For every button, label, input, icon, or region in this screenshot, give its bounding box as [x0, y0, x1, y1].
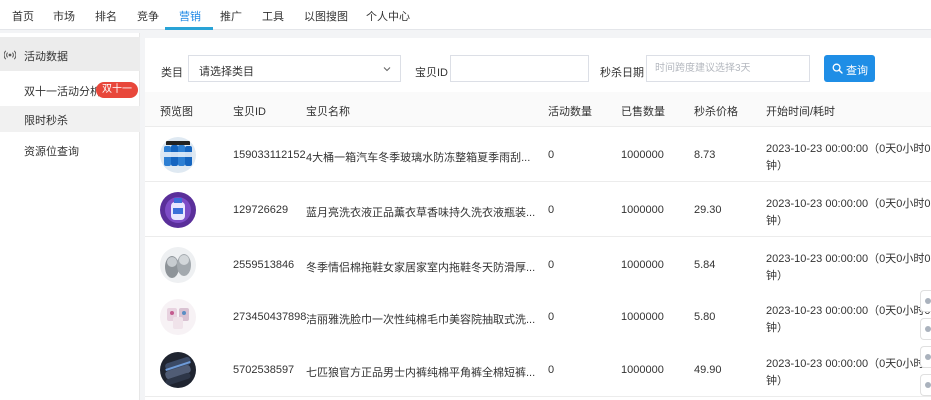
- float-tool-button[interactable]: [920, 318, 931, 340]
- nav-item-promotion[interactable]: 推广: [220, 8, 242, 24]
- col-preview: 预览图: [160, 106, 193, 118]
- sidebar-item-label: 限时秒杀: [24, 115, 68, 127]
- start-time: 2023-10-23 00:00:00（0天0小时0分: [766, 358, 931, 370]
- product-thumbnail[interactable]: [160, 247, 196, 283]
- sidebar-item-label: 双十一活动分析: [24, 86, 101, 98]
- item-name[interactable]: 七匹狼官方正品男士内裤纯棉平角裤全棉短裤...: [306, 364, 535, 380]
- col-start-time: 开始时间/耗时: [766, 106, 836, 118]
- float-tool-button[interactable]: [920, 346, 931, 368]
- chevron-down-icon: [383, 67, 391, 72]
- flash-price: 29.30: [694, 204, 722, 216]
- table-row: 129726629 蓝月亮洗衣液正品薰衣草香味持久洗衣液瓶装... 0 1000…: [145, 183, 931, 237]
- table-row: 5702538597 七匹狼官方正品男士内裤纯棉平角裤全棉短裤... 0 100…: [145, 343, 931, 397]
- col-item-name: 宝贝名称: [306, 106, 350, 118]
- category-select-value: 请选择类目: [199, 66, 254, 78]
- sold-count: 1000000: [621, 364, 664, 376]
- duration-suffix: 钟）: [766, 215, 788, 227]
- item-name[interactable]: 4大桶一箱汽车冬季玻璃水防冻整箱夏季雨刮...: [306, 149, 530, 165]
- duration-suffix: 钟）: [766, 160, 788, 172]
- sidebar-header-label: 活动数据: [24, 51, 68, 63]
- activity-count: 0: [548, 259, 555, 271]
- activity-count: 0: [548, 364, 555, 376]
- activity-count: 0: [548, 149, 555, 161]
- table-row: 159033112152 4大桶一箱汽车冬季玻璃水防冻整箱夏季雨刮... 0 1…: [145, 128, 931, 182]
- item-id: 2559513846: [233, 259, 295, 271]
- activity-count: 0: [548, 204, 555, 216]
- sidebar: 活动数据 双十一活动分析 双十一 限时秒杀 资源位查询: [0, 33, 140, 400]
- double11-badge: 双十一: [96, 82, 138, 98]
- search-icon: [832, 63, 843, 74]
- start-time: 2023-10-23 00:00:00（0天0小时0分: [766, 305, 931, 317]
- nav-item-user-center[interactable]: 个人中心: [366, 8, 410, 24]
- item-id-label: 宝贝ID: [415, 67, 448, 79]
- col-item-id: 宝贝ID: [233, 106, 266, 118]
- nav-item-tools[interactable]: 工具: [262, 8, 284, 24]
- col-sold-count: 已售数量: [621, 106, 665, 118]
- start-time: 2023-10-23 00:00:00（0天0小时0分: [766, 143, 931, 155]
- table-row: 2559513846 冬季情侣棉拖鞋女家居家室内拖鞋冬天防滑厚... 0 100…: [145, 238, 931, 292]
- floating-toolbar: [920, 290, 931, 400]
- flash-sale-date-label: 秒杀日期: [600, 67, 644, 79]
- sidebar-item-flash-sale[interactable]: 限时秒杀: [0, 106, 140, 132]
- flash-sale-date-input[interactable]: [646, 55, 810, 82]
- nav-item-competition[interactable]: 竞争: [137, 8, 159, 24]
- query-button[interactable]: 查询: [824, 55, 875, 82]
- sidebar-header[interactable]: 活动数据: [0, 37, 140, 71]
- main-content: 类目 请选择类目 宝贝ID 秒杀日期 查询 预览图 宝贝ID 宝贝名称 活动数量…: [145, 38, 931, 400]
- float-tool-button[interactable]: [920, 374, 931, 396]
- flash-price: 8.73: [694, 149, 716, 161]
- table-row: 273450437898 洁丽雅洗脸巾一次性纯棉毛巾美容院抽取式洗... 0 1…: [145, 290, 931, 344]
- flash-price: 49.90: [694, 364, 722, 376]
- product-thumbnail[interactable]: [160, 299, 196, 335]
- flash-price: 5.80: [694, 311, 716, 323]
- item-id: 129726629: [233, 204, 289, 216]
- start-time: 2023-10-23 00:00:00（0天0小时0分: [766, 253, 931, 265]
- float-tool-icon: [925, 298, 931, 304]
- category-select[interactable]: 请选择类目: [188, 55, 401, 82]
- product-thumbnail[interactable]: [160, 137, 196, 173]
- item-name[interactable]: 冬季情侣棉拖鞋女家居家室内拖鞋冬天防滑厚...: [306, 259, 535, 275]
- item-id: 5702538597: [233, 364, 295, 376]
- start-time: 2023-10-23 00:00:00（0天0小时0分: [766, 198, 931, 210]
- flash-price: 5.84: [694, 259, 716, 271]
- item-name[interactable]: 蓝月亮洗衣液正品薰衣草香味持久洗衣液瓶装...: [306, 204, 535, 220]
- sidebar-item-double11-analysis[interactable]: 双十一活动分析 双十一: [0, 77, 140, 103]
- item-id: 273450437898: [233, 311, 307, 323]
- sold-count: 1000000: [621, 259, 664, 271]
- product-thumbnail[interactable]: [160, 192, 196, 228]
- sold-count: 1000000: [621, 149, 664, 161]
- duration-suffix: 钟）: [766, 322, 788, 334]
- nav-item-home[interactable]: 首页: [12, 8, 34, 24]
- sold-count: 1000000: [621, 311, 664, 323]
- nav-item-marketing[interactable]: 营销: [179, 8, 201, 24]
- duration-suffix: 钟）: [766, 270, 788, 282]
- float-tool-button[interactable]: [920, 290, 931, 312]
- sold-count: 1000000: [621, 204, 664, 216]
- col-activity-count: 活动数量: [548, 106, 592, 118]
- broadcast-icon: [4, 50, 16, 60]
- nav-item-market[interactable]: 市场: [53, 8, 75, 24]
- active-tab-indicator: [165, 27, 213, 30]
- nav-item-image-search[interactable]: 以图搜图: [304, 8, 348, 24]
- nav-item-ranking[interactable]: 排名: [95, 8, 117, 24]
- query-button-label: 查询: [846, 65, 868, 77]
- col-flash-price: 秒杀价格: [694, 106, 738, 118]
- table-header: 预览图 宝贝ID 宝贝名称 活动数量 已售数量 秒杀价格 开始时间/耗时: [145, 92, 931, 127]
- item-id-input[interactable]: [450, 55, 589, 82]
- top-nav: 首页 市场 排名 竞争 营销 推广 工具 以图搜图 个人中心: [0, 0, 931, 30]
- sidebar-item-resource-slot[interactable]: 资源位查询: [0, 137, 140, 163]
- duration-suffix: 钟）: [766, 375, 788, 387]
- item-name[interactable]: 洁丽雅洗脸巾一次性纯棉毛巾美容院抽取式洗...: [306, 311, 535, 327]
- product-thumbnail[interactable]: [160, 352, 196, 388]
- float-tool-icon: [925, 354, 931, 360]
- float-tool-icon: [925, 326, 931, 332]
- sidebar-item-label: 资源位查询: [24, 146, 79, 158]
- item-id: 159033112152: [233, 149, 306, 161]
- float-tool-icon: [925, 382, 931, 388]
- activity-count: 0: [548, 311, 555, 323]
- category-label: 类目: [161, 67, 183, 79]
